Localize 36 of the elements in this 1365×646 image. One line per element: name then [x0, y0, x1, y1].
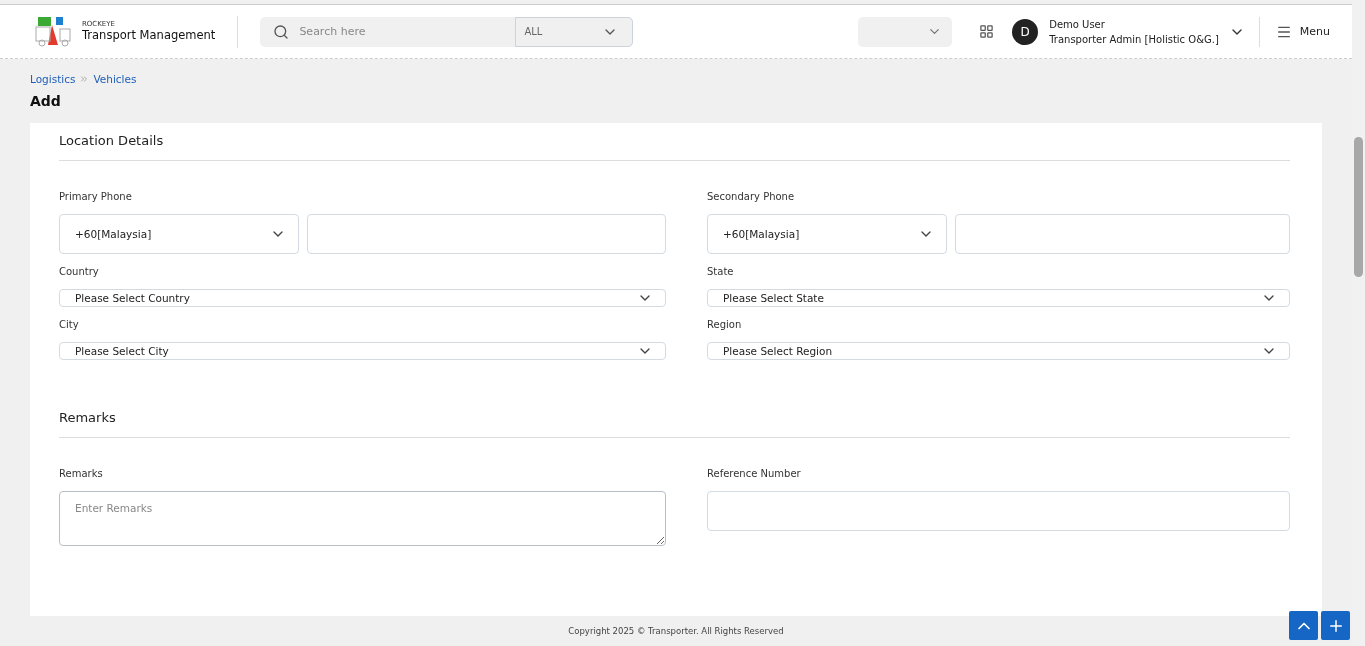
user-role: Transporter Admin [Holistic O&G.] — [1049, 32, 1219, 47]
remarks-textarea[interactable]: Enter Remarks — [59, 491, 666, 546]
page-title: Add — [30, 93, 62, 109]
apps-grid-icon[interactable] — [979, 24, 995, 39]
dropdown-select[interactable]: Please Select State — [707, 289, 1290, 307]
user-name: Demo User — [1049, 17, 1106, 32]
dropdown-select[interactable]: Please Select City — [59, 342, 666, 360]
field-label: State — [707, 266, 735, 277]
chevrons-right-icon — [79, 74, 90, 84]
copyright-text: Copyright 2025 © Transporter. All Rights Reserved — [568, 626, 784, 636]
field-label: Region — [707, 319, 743, 330]
search-scope-select[interactable]: ALL — [515, 16, 634, 47]
breadcrumb-link[interactable]: Logistics — [30, 73, 76, 85]
empty-dropdown[interactable] — [858, 16, 953, 47]
field-label: Primary Phone — [59, 191, 133, 202]
country-code-select[interactable]: +60[Malaysia] — [707, 214, 947, 254]
dropdown-select[interactable]: Please Select Country — [59, 289, 666, 307]
brand-title: Transport Management — [82, 29, 216, 42]
section-title: Location Details — [59, 123, 1290, 161]
dropdown-select[interactable]: Please Select Region — [707, 342, 1290, 360]
search-field[interactable]: Search here ALL — [260, 16, 634, 47]
phone-input-field[interactable] — [955, 214, 1290, 254]
field-label: Secondary Phone — [707, 191, 796, 202]
section-title: Remarks — [59, 400, 1290, 438]
field-label: City — [59, 319, 80, 330]
field-label: Country — [59, 266, 100, 277]
user-avatar[interactable]: D — [1012, 18, 1039, 45]
search-icon — [273, 23, 290, 40]
field-label: Reference Number — [707, 468, 802, 479]
phone-input-field[interactable] — [307, 214, 666, 254]
add-button[interactable] — [1321, 611, 1350, 640]
field-label: Remarks — [59, 468, 104, 479]
country-code-select[interactable]: +60[Malaysia] — [59, 214, 299, 254]
text-input-field[interactable] — [707, 491, 1290, 531]
breadcrumb-link[interactable]: Vehicles — [93, 73, 137, 85]
scroll-top-button[interactable] — [1289, 611, 1318, 640]
